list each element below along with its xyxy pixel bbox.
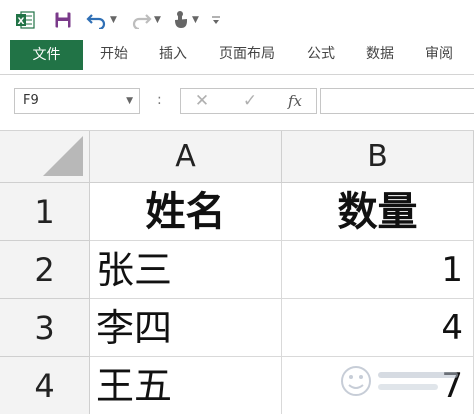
cell-a1[interactable]: 姓名 [90, 183, 282, 241]
touch-mode-dropdown-icon[interactable]: ▼ [192, 15, 199, 25]
redo-dropdown-icon[interactable]: ▼ [154, 15, 161, 25]
cell-a4[interactable]: 王五 [90, 357, 282, 414]
cell-b3[interactable]: 4 [282, 299, 474, 357]
column-header-a[interactable]: A [90, 131, 282, 183]
cell-a2[interactable]: 张三 [90, 241, 282, 299]
customize-qat-icon[interactable] [210, 9, 222, 31]
cell-b2[interactable]: 1 [282, 241, 474, 299]
formula-bar: F9 ▼ : ✕ ✓ fx [0, 75, 474, 131]
close-icon[interactable]: ✕ [189, 89, 215, 113]
redo-icon[interactable]: ▼ [130, 9, 164, 31]
select-all-triangle-icon [43, 136, 83, 176]
ribbon-tab-bar: 文件 开始 插入 页面布局 公式 数据 审阅 [0, 38, 474, 75]
chevron-down-icon[interactable]: ▼ [126, 96, 133, 106]
name-box[interactable]: F9 ▼ [14, 88, 140, 114]
formula-buttons: ✕ ✓ fx [180, 88, 317, 114]
tab-page-layout[interactable]: 页面布局 [219, 38, 275, 70]
formula-input[interactable] [320, 88, 474, 114]
touch-mode-icon[interactable]: ▼ [172, 9, 202, 31]
cell-b1[interactable]: 数量 [282, 183, 474, 241]
cell-a3[interactable]: 李四 [90, 299, 282, 357]
row-header-1[interactable]: 1 [0, 183, 90, 241]
check-icon[interactable]: ✓ [237, 89, 263, 113]
tab-review[interactable]: 审阅 [425, 38, 453, 70]
name-box-value: F9 [23, 93, 39, 108]
select-all-button[interactable] [0, 131, 90, 183]
tab-insert[interactable]: 插入 [159, 38, 187, 70]
row-header-3[interactable]: 3 [0, 299, 90, 357]
row-header-2[interactable]: 2 [0, 241, 90, 299]
insert-function-button[interactable]: fx [281, 89, 309, 113]
undo-dropdown-icon[interactable]: ▼ [110, 15, 117, 25]
svg-text:X: X [18, 17, 25, 27]
column-header-b[interactable]: B [282, 131, 474, 183]
row-header-4[interactable]: 4 [0, 357, 90, 414]
tab-file[interactable]: 文件 [10, 40, 83, 70]
undo-icon[interactable]: ▼ [86, 9, 120, 31]
tab-formulas[interactable]: 公式 [307, 38, 335, 70]
quick-access-toolbar: X ▼ ▼ ▼ [0, 0, 474, 38]
save-icon[interactable] [52, 9, 74, 31]
baidu-jingyan-logo [338, 358, 468, 404]
formula-bar-splitter[interactable]: : [157, 93, 162, 107]
tab-data[interactable]: 数据 [366, 38, 394, 70]
excel-icon[interactable]: X [14, 9, 36, 31]
tab-home[interactable]: 开始 [100, 38, 128, 70]
